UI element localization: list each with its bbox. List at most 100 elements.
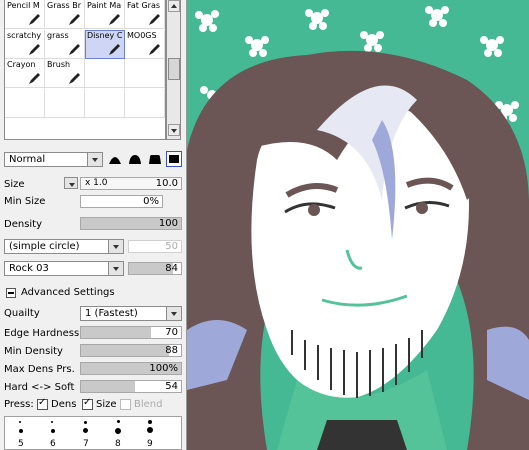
tool-settings-panel: Pencil M Grass Br Paint Ma Fat Gras scratchy… — [0, 0, 187, 450]
dot-size-label: 5 — [18, 439, 24, 449]
brush-slot[interactable]: MO0GS — [125, 29, 165, 59]
min-size-label: Min Size — [4, 196, 46, 207]
min-size-value: 0% — [143, 196, 159, 207]
dot-preset[interactable] — [148, 420, 152, 424]
dot-size-label: 7 — [83, 439, 89, 449]
brush-slot[interactable]: scratchy — [5, 29, 45, 59]
dot-preset[interactable] — [51, 421, 53, 423]
blend-mode-value: Normal — [9, 154, 46, 165]
hard-soft-label: Hard <-> Soft — [4, 382, 75, 393]
brush-icon — [109, 43, 120, 55]
brush-slot-label: Brush — [47, 60, 71, 69]
dot-preset[interactable] — [115, 428, 121, 434]
dot-size-label: 6 — [50, 439, 56, 449]
brush-slot[interactable]: Brush — [45, 59, 85, 88]
press-size-checkbox[interactable] — [82, 397, 93, 410]
brush-shape-flat-icon[interactable] — [128, 152, 142, 166]
brush-shape-square-round-icon[interactable] — [148, 152, 162, 166]
brush-shape-select[interactable]: (simple circle) — [4, 239, 124, 254]
shape-strength-slider[interactable]: 50 — [128, 240, 182, 253]
brush-slot[interactable]: Grass Br — [45, 0, 85, 29]
size-slider[interactable]: x 1.0 10.0 — [80, 177, 182, 190]
brush-shape-square-icon[interactable] — [166, 151, 182, 167]
brush-grid-scrollbar[interactable] — [166, 0, 181, 140]
brush-icon — [149, 43, 160, 55]
brush-slot[interactable]: Disney C — [85, 29, 125, 59]
min-size-slider[interactable]: 0% — [80, 195, 163, 208]
dot-preset[interactable] — [19, 429, 23, 433]
brush-slot[interactable]: Fat Gras — [125, 0, 165, 29]
brush-shape-round-icon[interactable] — [108, 152, 122, 166]
edge-hardness-slider[interactable]: 70 — [80, 326, 182, 339]
edge-hardness-fill — [81, 327, 151, 338]
chevron-down-icon — [108, 262, 123, 275]
brush-slot-label: Disney C — [87, 30, 123, 40]
brush-shape-value: (simple circle) — [9, 241, 80, 252]
brush-icon — [29, 73, 40, 84]
press-blend-checkbox[interactable] — [120, 399, 131, 410]
dot-preset[interactable] — [147, 427, 153, 433]
density-slider[interactable]: 100 — [80, 217, 182, 230]
dot-preset[interactable] — [19, 421, 21, 423]
chevron-down-icon — [108, 240, 123, 253]
brush-slot[interactable] — [125, 59, 165, 88]
brush-slot-label: grass — [47, 30, 69, 40]
chevron-down-icon — [87, 153, 102, 166]
hard-soft-slider[interactable]: 54 — [80, 380, 182, 393]
press-size-label: Size — [96, 399, 117, 410]
brush-grid: Pencil M Grass Br Paint Ma Fat Gras scratchy… — [4, 0, 166, 140]
size-multiplier: x 1.0 — [85, 178, 108, 188]
size-unit-button[interactable] — [64, 177, 78, 189]
brush-icon — [29, 43, 40, 55]
size-value: 10.0 — [155, 178, 178, 189]
advanced-collapse-toggle[interactable] — [6, 288, 16, 298]
density-value: 100 — [158, 218, 178, 229]
quality-select[interactable]: 1 (Fastest) — [80, 306, 182, 321]
drawing-canvas[interactable] — [187, 0, 529, 450]
press-dens-checkbox[interactable] — [37, 397, 48, 410]
min-density-slider[interactable]: 88 — [80, 344, 182, 357]
texture-strength-value: 84 — [165, 263, 178, 274]
advanced-settings-label: Advanced Settings — [21, 287, 115, 298]
brush-slot[interactable]: grass — [45, 29, 85, 59]
scroll-down-button[interactable] — [168, 124, 180, 136]
brush-slot[interactable]: Crayon — [5, 59, 45, 88]
brush-size-presets: 5 6 7 8 9 — [4, 416, 182, 450]
quality-value: 1 (Fastest) — [85, 308, 138, 319]
max-dens-prs-label: Max Dens Prs. — [4, 364, 75, 375]
dot-preset[interactable] — [83, 428, 88, 433]
brush-slot[interactable]: Pencil M — [5, 0, 45, 29]
dot-preset[interactable] — [51, 429, 55, 433]
press-label: Press: — [4, 399, 34, 410]
brush-icon — [69, 14, 80, 25]
dot-size-label: 8 — [115, 439, 121, 449]
brush-slot[interactable] — [125, 88, 165, 118]
brush-slot[interactable] — [45, 88, 85, 118]
press-dens-label: Dens — [51, 399, 77, 410]
density-label: Density — [4, 219, 43, 230]
brush-icon — [69, 43, 80, 55]
brush-slot[interactable]: Paint Ma — [85, 0, 125, 29]
dot-preset[interactable] — [84, 421, 87, 424]
brush-slot[interactable] — [85, 59, 125, 88]
shape-strength-value: 50 — [165, 241, 178, 252]
texture-value: Rock 03 — [9, 263, 49, 274]
min-density-fill — [81, 345, 169, 356]
brush-slot-label: Crayon — [7, 60, 36, 69]
scroll-up-button[interactable] — [168, 0, 180, 12]
brush-icon — [149, 14, 160, 25]
artwork-illustration — [187, 0, 529, 450]
brush-slot[interactable] — [5, 88, 45, 118]
texture-strength-slider[interactable]: 84 — [128, 262, 182, 275]
brush-icon — [29, 14, 40, 25]
blend-mode-select[interactable]: Normal — [4, 152, 103, 167]
max-dens-prs-slider[interactable]: 100% — [80, 362, 182, 375]
max-dens-prs-value: 100% — [149, 363, 178, 374]
edge-hardness-label: Edge Hardness — [4, 328, 80, 339]
brush-slot[interactable] — [85, 88, 125, 118]
edge-hardness-value: 70 — [165, 327, 178, 338]
scroll-thumb[interactable] — [168, 58, 180, 80]
texture-select[interactable]: Rock 03 — [4, 261, 124, 276]
dot-preset[interactable] — [117, 420, 120, 423]
brush-slot-label: Paint Ma — [87, 1, 122, 10]
